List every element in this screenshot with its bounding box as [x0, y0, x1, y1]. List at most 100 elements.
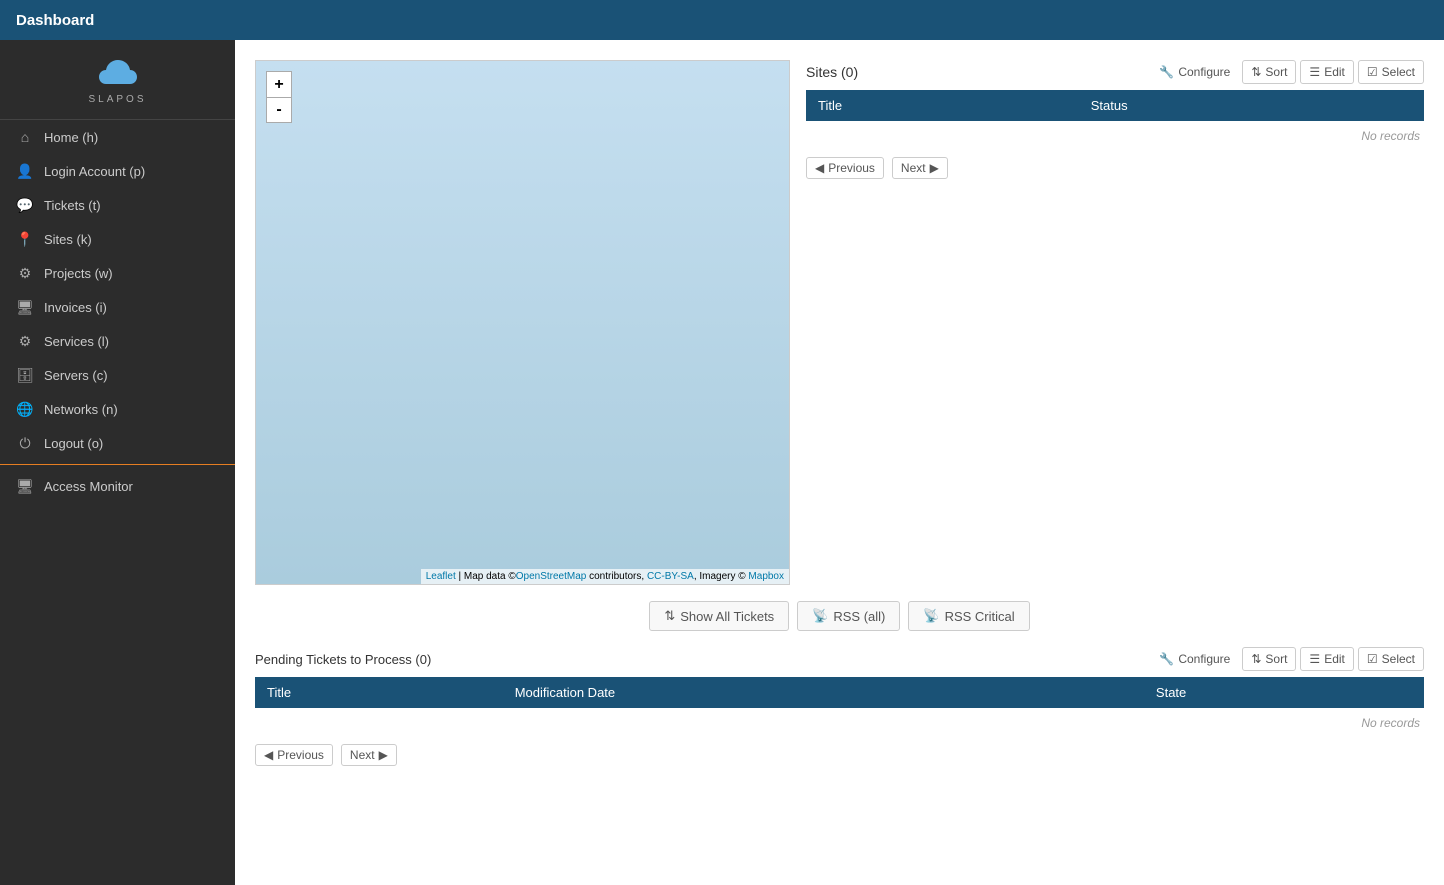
sites-title-sort-link[interactable]: Title [818, 98, 842, 113]
rss-all-icon: 📡 [812, 608, 828, 624]
logout-icon: ⏻ [16, 434, 34, 452]
pending-tickets-header: Pending Tickets to Process (0) 🔧 Configu… [255, 647, 1424, 671]
ticket-list-icon: ⇅ [664, 608, 675, 624]
next-icon: ▶ [930, 161, 939, 175]
sort-icon: ⇅ [1251, 65, 1261, 79]
sidebar-nav: ⌂ Home (h) 👤 Login Account (p) 💬 Tickets… [0, 120, 235, 885]
user-icon: 👤 [16, 162, 34, 180]
pending-select-button[interactable]: ☑ Select [1358, 647, 1424, 671]
pending-table-header-row: Title Modification Date State [255, 677, 1424, 708]
pending-next-icon: ▶ [379, 748, 388, 762]
sites-status-sort-link[interactable]: Status [1091, 98, 1128, 113]
sidebar-item-home[interactable]: ⌂ Home (h) [0, 120, 235, 154]
sites-select-button[interactable]: ☑ Select [1358, 60, 1424, 84]
sidebar-item-projects-label: Projects (w) [44, 266, 113, 281]
sites-col-status: Status [1079, 90, 1424, 121]
sites-no-records: No records [806, 121, 1424, 151]
sites-icon: 📍 [16, 230, 34, 248]
sites-next-button[interactable]: Next ▶ [892, 157, 948, 179]
sites-panel: Sites (0) 🔧 Configure ⇅ Sort ☰ Edit [806, 60, 1424, 585]
leaflet-link[interactable]: Leaflet [426, 571, 456, 582]
services-icon: ⚙ [16, 332, 34, 350]
sidebar-item-login-account[interactable]: 👤 Login Account (p) [0, 154, 235, 188]
sites-prev-button[interactable]: ◀ Previous [806, 157, 884, 179]
sites-edit-button[interactable]: ☰ Edit [1300, 60, 1353, 84]
ticket-actions-row: ⇅ Show All Tickets 📡 RSS (all) 📡 RSS Cri… [255, 601, 1424, 631]
home-icon: ⌂ [16, 128, 34, 146]
logo-text: SLAPOS [88, 94, 146, 105]
sites-panel-actions: 🔧 Configure ⇅ Sort ☰ Edit ☑ [1151, 60, 1424, 84]
pending-edit-button[interactable]: ☰ Edit [1300, 647, 1353, 671]
pending-wrench-icon: 🔧 [1159, 652, 1174, 666]
monitor-icon: 🖥 [16, 477, 34, 495]
sidebar-item-networks[interactable]: 🌐 Networks (n) [0, 392, 235, 426]
sidebar-item-servers-label: Servers (c) [44, 368, 108, 383]
check-icon: ☑ [1367, 65, 1378, 79]
tickets-icon: 💬 [16, 196, 34, 214]
pending-sort-icon: ⇅ [1251, 652, 1261, 666]
servers-icon: 🗄 [16, 366, 34, 384]
pending-edit-icon: ☰ [1309, 652, 1320, 666]
map-container: + - Leaflet | Map data ©OpenStreetMap co… [255, 60, 790, 585]
pending-tickets-section: Pending Tickets to Process (0) 🔧 Configu… [255, 647, 1424, 772]
sidebar-divider [0, 464, 235, 465]
map-sites-row: + - Leaflet | Map data ©OpenStreetMap co… [255, 60, 1424, 585]
prev-icon: ◀ [815, 161, 824, 175]
pending-tickets-title: Pending Tickets to Process (0) [255, 652, 431, 667]
pending-col-state: State [1144, 677, 1424, 708]
sidebar-item-tickets-label: Tickets (t) [44, 198, 101, 213]
pending-state-sort-link[interactable]: State [1156, 685, 1186, 700]
mapbox-link[interactable]: Mapbox [748, 571, 784, 582]
pending-next-button[interactable]: Next ▶ [341, 744, 397, 766]
sidebar-logo: SLAPOS [0, 40, 235, 120]
pending-configure-button[interactable]: 🔧 Configure [1151, 648, 1238, 670]
sidebar-item-access-monitor[interactable]: 🖥 Access Monitor [0, 469, 235, 503]
sites-configure-button[interactable]: 🔧 Configure [1151, 61, 1238, 83]
slapos-logo: SLAPOS [88, 54, 146, 105]
rss-critical-icon: 📡 [923, 608, 939, 624]
cc-link[interactable]: CC-BY-SA [647, 571, 694, 582]
sidebar: SLAPOS ⌂ Home (h) 👤 Login Account (p) 💬 … [0, 40, 235, 885]
pending-title-sort-link[interactable]: Title [267, 685, 291, 700]
sites-col-title: Title [806, 90, 1079, 121]
sidebar-item-services[interactable]: ⚙ Services (l) [0, 324, 235, 358]
sites-table-header-row: Title Status [806, 90, 1424, 121]
pending-prev-button[interactable]: ◀ Previous [255, 744, 333, 766]
pending-mod-date-sort-link[interactable]: Modification Date [515, 685, 615, 700]
sidebar-item-servers[interactable]: 🗄 Servers (c) [0, 358, 235, 392]
sidebar-item-sites[interactable]: 📍 Sites (k) [0, 222, 235, 256]
sites-sort-button[interactable]: ⇅ Sort [1242, 60, 1296, 84]
map-background [256, 61, 789, 584]
rss-all-button[interactable]: 📡 RSS (all) [797, 601, 900, 631]
sidebar-item-tickets[interactable]: 💬 Tickets (t) [0, 188, 235, 222]
map-zoom-out-button[interactable]: - [266, 97, 292, 123]
pending-no-records: No records [255, 708, 1424, 738]
topbar: Dashboard [0, 0, 1444, 40]
sidebar-item-logout[interactable]: ⏻ Logout (o) [0, 426, 235, 460]
sites-panel-title: Sites (0) [806, 64, 858, 80]
sidebar-item-invoices[interactable]: 🖥 Invoices (i) [0, 290, 235, 324]
wrench-icon: 🔧 [1159, 65, 1174, 79]
show-all-tickets-button[interactable]: ⇅ Show All Tickets [649, 601, 789, 631]
networks-icon: 🌐 [16, 400, 34, 418]
sites-table: Title Status [806, 90, 1424, 121]
pending-sort-button[interactable]: ⇅ Sort [1242, 647, 1296, 671]
logo-svg [92, 54, 144, 92]
content-area: + - Leaflet | Map data ©OpenStreetMap co… [235, 40, 1444, 885]
pending-col-title: Title [255, 677, 503, 708]
rss-critical-button[interactable]: 📡 RSS Critical [908, 601, 1029, 631]
page-title: Dashboard [16, 12, 94, 29]
sites-pagination: ◀ Previous Next ▶ [806, 151, 1424, 185]
sidebar-item-logout-label: Logout (o) [44, 436, 103, 451]
pending-check-icon: ☑ [1367, 652, 1378, 666]
sidebar-item-projects[interactable]: ⚙ Projects (w) [0, 256, 235, 290]
projects-icon: ⚙ [16, 264, 34, 282]
edit-icon: ☰ [1309, 65, 1320, 79]
osm-link[interactable]: OpenStreetMap [516, 571, 587, 582]
sidebar-item-access-monitor-label: Access Monitor [44, 479, 133, 494]
pending-col-mod-date: Modification Date [503, 677, 1144, 708]
sidebar-item-sites-label: Sites (k) [44, 232, 92, 247]
map-zoom-in-button[interactable]: + [266, 71, 292, 97]
sidebar-item-networks-label: Networks (n) [44, 402, 118, 417]
invoices-icon: 🖥 [16, 298, 34, 316]
